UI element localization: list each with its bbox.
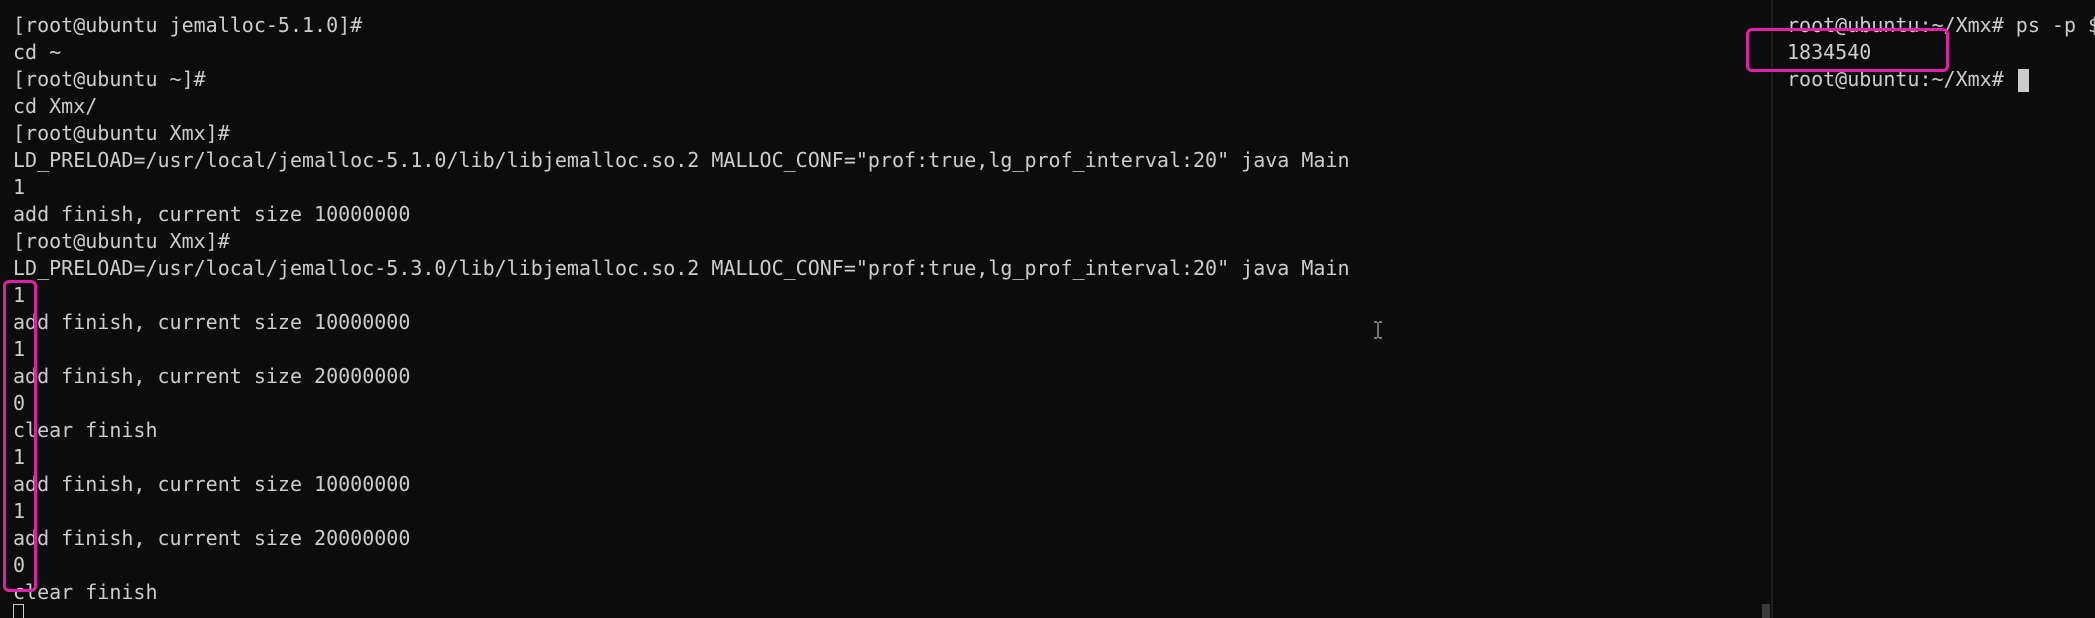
- terminal-line: clear finish: [13, 418, 158, 442]
- terminal-line: cd ~: [13, 40, 62, 64]
- terminal-cursor-inactive: [13, 604, 24, 618]
- terminal-line: 1: [13, 337, 26, 361]
- terminal-line: add finish, current size 10000000: [13, 472, 411, 496]
- terminal-output: root@ubuntu:~/Xmx# ps -p $ 1834540 root@…: [1787, 12, 2095, 93]
- terminal-line: 0: [13, 391, 26, 415]
- terminal-line: LD_PRELOAD=/usr/local/jemalloc-5.1.0/lib…: [13, 148, 1350, 172]
- terminal-line: root@ubuntu:~/Xmx# ps -p $: [1787, 13, 2095, 37]
- scrollbar-thumb[interactable]: [1762, 604, 1770, 618]
- terminal-prompt-line[interactable]: root@ubuntu:~/Xmx#: [1787, 66, 2095, 93]
- terminal-line: add finish, current size 20000000: [13, 364, 411, 388]
- terminal-line: add finish, current size 20000000: [13, 526, 411, 550]
- terminal-pane-left[interactable]: [root@ubuntu jemalloc-5.1.0]# cd ~ [root…: [0, 0, 1770, 618]
- terminal-cursor: [2017, 69, 2029, 92]
- terminal-prompt: root@ubuntu:~/Xmx#: [1787, 67, 2016, 91]
- terminal-pane-right[interactable]: root@ubuntu:~/Xmx# ps -p $ 1834540 root@…: [1774, 0, 2095, 618]
- terminal-line: 0: [13, 553, 26, 577]
- terminal-line: [root@ubuntu jemalloc-5.1.0]#: [13, 13, 363, 37]
- i-beam-icon: [1373, 321, 1383, 339]
- terminal-line: [root@ubuntu ~]#: [13, 67, 206, 91]
- terminal-line: 1: [13, 499, 26, 523]
- terminal-line: add finish, current size 10000000: [13, 310, 411, 334]
- terminal-output: [root@ubuntu jemalloc-5.1.0]# cd ~ [root…: [13, 12, 1350, 606]
- terminal-line: 1834540: [1787, 40, 1872, 64]
- terminal-line: cd Xmx/: [13, 94, 98, 118]
- terminal-line: 1: [13, 283, 26, 307]
- terminal-line: 1: [13, 175, 26, 199]
- terminal-line: add finish, current size 10000000: [13, 202, 411, 226]
- terminal-line: [root@ubuntu Xmx]#: [13, 229, 230, 253]
- pane-divider[interactable]: [1771, 0, 1773, 618]
- terminal-line: LD_PRELOAD=/usr/local/jemalloc-5.3.0/lib…: [13, 256, 1350, 280]
- terminal-window: [root@ubuntu jemalloc-5.1.0]# cd ~ [root…: [0, 0, 2095, 618]
- terminal-line: clear finish: [13, 580, 158, 604]
- terminal-line: [root@ubuntu Xmx]#: [13, 121, 230, 145]
- terminal-line: 1: [13, 445, 26, 469]
